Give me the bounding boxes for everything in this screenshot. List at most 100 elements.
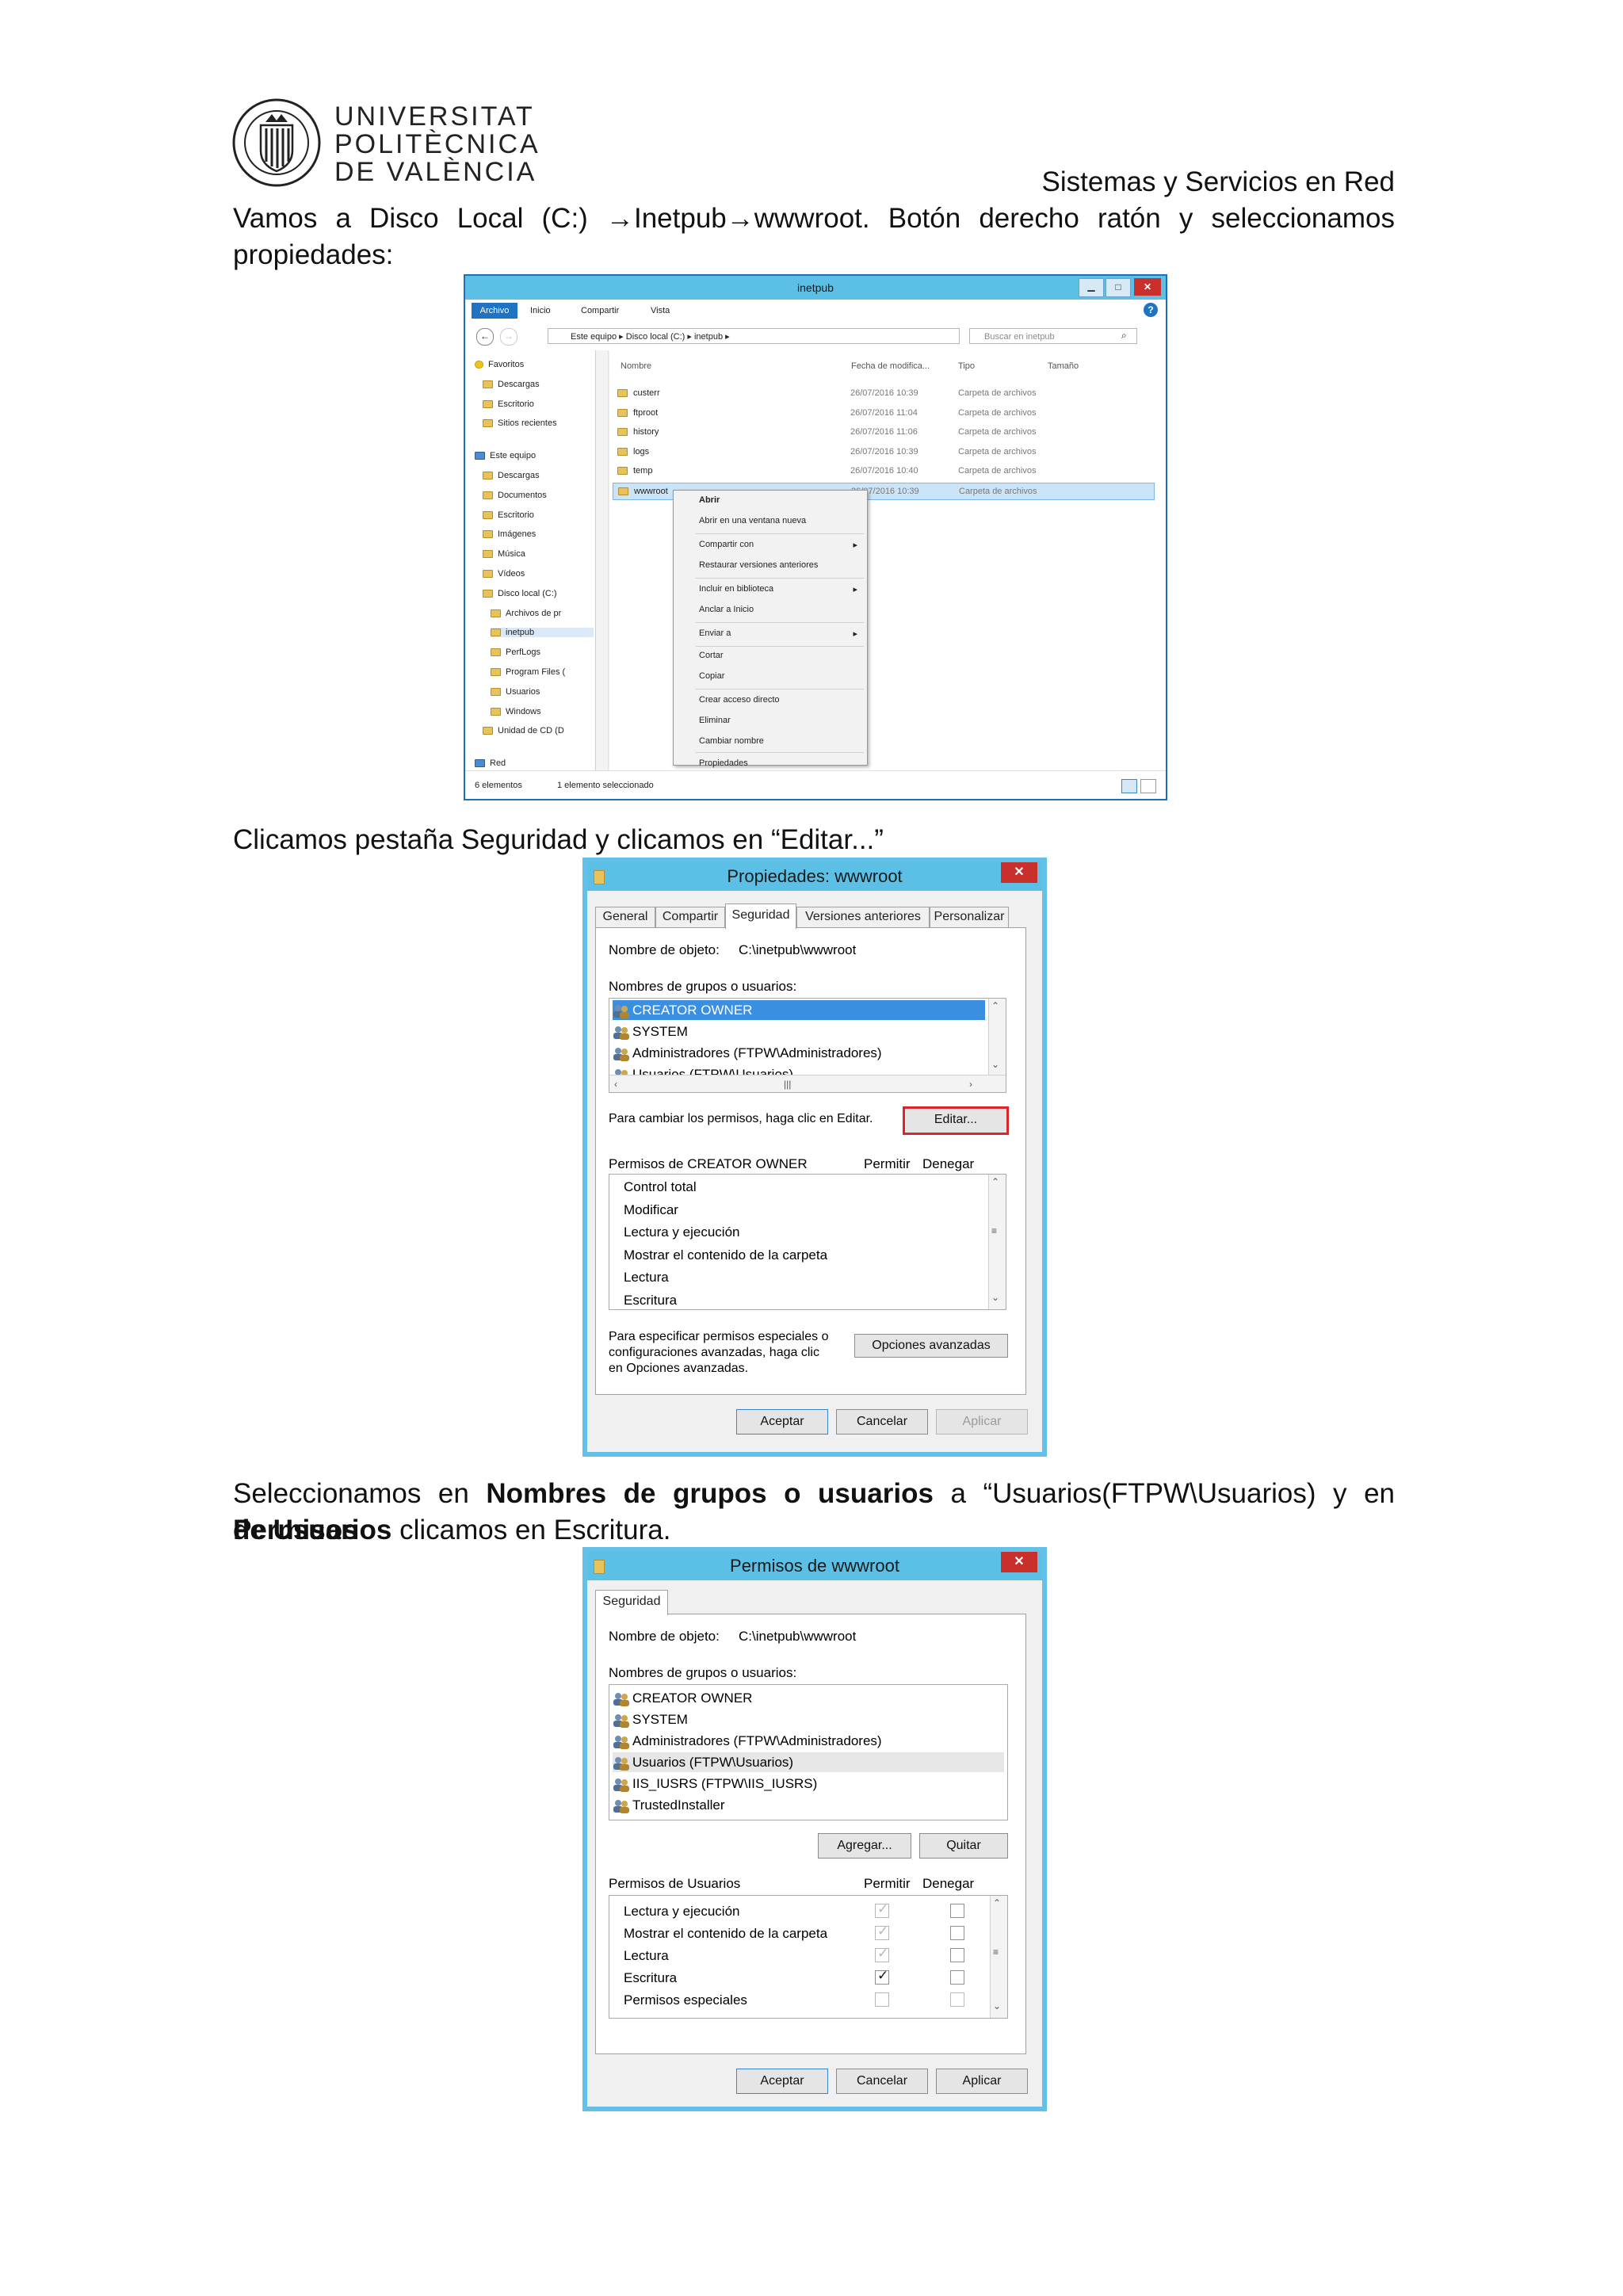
ribbon-tab-archivo[interactable]: Archivo [472,303,517,319]
context-menu-item[interactable]: Abrir en una ventana nueva [699,516,857,525]
deny-checkbox[interactable] [950,1970,964,1985]
allow-checkbox[interactable] [875,1992,889,2007]
cancel-button[interactable]: Cancelar [836,1409,928,1435]
scroll-up-icon[interactable]: ⌃ [993,1897,1001,1908]
ok-button[interactable]: Aceptar [736,1409,828,1435]
nav-item[interactable]: Escritorio [483,399,594,409]
allow-checkbox[interactable]: ✓ [875,1901,889,1918]
context-menu-item[interactable]: Restaurar versiones anteriores [699,560,857,570]
file-row[interactable]: ftproot 26/07/2016 11:04 Carpeta de archiv… [613,405,1155,422]
scroll-thumb-icon[interactable]: ≡ [991,1225,997,1236]
nav-item[interactable]: Vídeos [483,569,594,579]
permissions-scrollbar[interactable]: ⌃ ≡ ⌄ [990,1896,1007,2018]
deny-checkbox[interactable] [950,1992,964,2007]
file-row[interactable]: temp 26/07/2016 10:40 Carpeta de archivos [613,463,1155,480]
nav-item[interactable]: Program Files ( [491,667,594,677]
tab-compartir[interactable]: Compartir [655,907,725,927]
scroll-up-icon[interactable]: ⌃ [991,1176,999,1187]
groups-hscrollbar[interactable]: ‹ ||| › [609,1075,1006,1092]
group-list-item[interactable]: IIS_IUSRS (FTPW\IIS_IUSRS) [613,1774,1004,1794]
nav-item[interactable]: Música [483,549,594,559]
group-list-item[interactable]: CREATOR OWNER [613,1000,985,1020]
nav-item[interactable]: Imágenes [483,529,594,539]
group-list-item[interactable]: SYSTEM [613,1710,1004,1729]
column-header-name[interactable]: Nombre [621,361,651,371]
ribbon-tab-inicio[interactable]: Inicio [530,306,551,315]
permissions-listbox[interactable]: Control total Modificar Lectura y ejecució… [609,1174,1006,1310]
nav-item[interactable]: Usuarios [491,687,594,697]
nav-item[interactable]: Sitios recientes [483,418,594,428]
allow-checkbox[interactable]: ✓ [875,1924,889,1940]
file-row[interactable]: custerr 26/07/2016 10:39 Carpeta de archiv… [613,385,1155,403]
groups-listbox[interactable]: CREATOR OWNER SYSTEM Administradores (FTPW… [609,1684,1008,1820]
scroll-down-icon[interactable]: ⌄ [991,1292,999,1303]
context-menu-item[interactable]: Cambiar nombre [699,736,857,746]
context-menu-item[interactable]: Anclar a Inicio [699,605,857,614]
group-list-item[interactable]: CREATOR OWNER [613,1688,1004,1708]
tab-versiones-anteriores[interactable]: Versiones anteriores [796,907,930,927]
deny-checkbox[interactable] [950,1904,964,1918]
groups-listbox[interactable]: CREATOR OWNER SYSTEM Administradores (FTPW… [609,998,1006,1093]
nav-scrollbar[interactable] [595,350,608,770]
nav-item[interactable]: Unidad de CD (D [483,726,594,735]
maximize-button[interactable]: □ [1106,278,1131,297]
close-button[interactable]: ✕ [1001,1552,1037,1572]
cancel-button[interactable]: Cancelar [836,2069,928,2094]
nav-item[interactable]: Descargas [483,380,594,389]
breadcrumb-item[interactable]: inetpub [694,332,723,342]
breadcrumb-item[interactable]: Este equipo [571,332,617,342]
group-list-item[interactable]: Administradores (FTPW\Administradores) [613,1731,1004,1751]
tab-general[interactable]: General [595,907,655,927]
nav-item[interactable]: PerfLogs [491,648,594,657]
add-button[interactable]: Agregar... [818,1833,911,1859]
group-list-item[interactable]: SYSTEM [613,1022,985,1041]
column-header-type[interactable]: Tipo [958,361,975,371]
groups-vscrollbar[interactable]: ⌃ ⌄ [988,999,1006,1075]
deny-checkbox[interactable] [950,1926,964,1940]
search-box[interactable]: Buscar en inetpub [969,328,1137,344]
allow-checkbox[interactable]: ✓ [875,1968,889,1985]
help-icon[interactable]: ? [1144,303,1158,317]
scroll-thumb-icon[interactable]: ||| [784,1079,791,1090]
context-menu-item[interactable]: Incluir en biblioteca ▸ [699,584,857,594]
scroll-down-icon[interactable]: ⌄ [993,2000,1001,2011]
nav-item[interactable]: Archivos de pr [491,609,594,618]
ribbon-tab-compartir[interactable]: Compartir [581,306,619,315]
nav-item[interactable]: Windows [491,707,594,716]
forward-icon[interactable]: → [500,328,517,346]
nav-item[interactable]: Descargas [483,471,594,480]
apply-button[interactable]: Aplicar [936,2069,1028,2094]
remove-button[interactable]: Quitar [919,1833,1008,1859]
column-header-date[interactable]: Fecha de modifica... [851,361,930,371]
permissions-listbox[interactable]: Lectura y ejecución ✓ Mostrar el contenido… [609,1895,1008,2019]
context-menu-item[interactable]: Enviar a ▸ [699,628,857,639]
deny-checkbox[interactable] [950,1948,964,1962]
close-button[interactable]: ✕ [1001,862,1037,883]
group-list-item[interactable]: Administradores (FTPW\Administradores) [613,1043,985,1063]
column-header-size[interactable]: Tamaño [1048,361,1079,371]
apply-button[interactable]: Aplicar [936,1409,1028,1435]
context-menu-item[interactable]: Eliminar [699,716,857,725]
context-menu-item[interactable]: Propiedades [699,758,857,768]
nav-item[interactable]: Escritorio [483,510,594,520]
nav-item[interactable]: Disco local (C:) [483,589,594,598]
minimize-button[interactable]: ▁ [1079,278,1104,297]
scroll-right-icon[interactable]: › [969,1079,972,1090]
scroll-thumb-icon[interactable]: ≡ [993,1946,999,1958]
nav-item[interactable]: Documentos [483,491,594,500]
group-list-item[interactable]: Usuarios (FTPW\Usuarios) [613,1752,1004,1772]
context-menu-item[interactable]: Cortar [699,651,857,660]
scroll-up-icon[interactable]: ⌃ [991,1000,999,1011]
file-row[interactable]: history 26/07/2016 11:06 Carpeta de archiv… [613,424,1155,441]
ok-button[interactable]: Aceptar [736,2069,828,2094]
edit-button[interactable]: Editar... [903,1106,1009,1135]
tiles-view-icon[interactable] [1140,779,1156,793]
breadcrumb-item[interactable]: Disco local (C:) [626,332,685,342]
tab-seguridad[interactable]: Seguridad [725,904,796,929]
ribbon-tab-vista[interactable]: Vista [651,306,670,315]
close-button[interactable]: ✕ [1134,278,1161,296]
tab-seguridad[interactable]: Seguridad [595,1590,668,1615]
allow-checkbox[interactable]: ✓ [875,1946,889,1962]
address-bar[interactable]: Este equipo ▸ Disco local (C:) ▸ inetpub… [548,328,960,344]
details-view-icon[interactable] [1121,779,1137,793]
